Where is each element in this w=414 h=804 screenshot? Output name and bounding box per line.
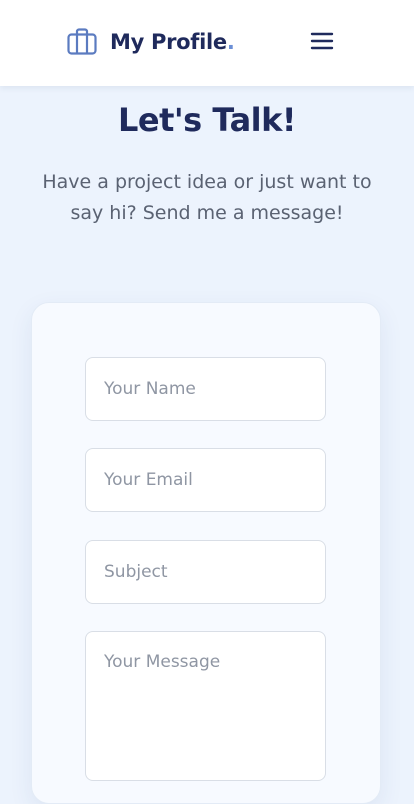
page-title: Let's Talk! (117, 101, 297, 139)
briefcase-icon (67, 28, 97, 55)
subject-input[interactable] (85, 540, 326, 604)
message-textarea[interactable] (85, 631, 326, 781)
page-subtitle: Have a project idea or just want to say … (42, 171, 372, 224)
brand-logo[interactable]: My Profile. (67, 27, 235, 57)
email-input[interactable] (85, 448, 326, 512)
contact-form (31, 302, 381, 804)
menu-button[interactable] (309, 29, 335, 53)
site-header: My Profile. (0, 0, 414, 86)
brand-dot: . (226, 30, 235, 54)
name-input[interactable] (85, 357, 326, 421)
brand-name: My Profile. (110, 30, 235, 54)
hamburger-menu-icon (310, 32, 334, 50)
